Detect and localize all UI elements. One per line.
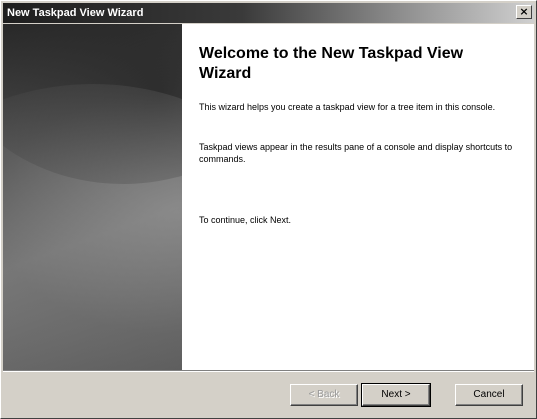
- continue-instruction: To continue, click Next.: [199, 215, 292, 225]
- cancel-button[interactable]: Cancel: [455, 384, 523, 406]
- back-button[interactable]: < Back: [290, 384, 358, 406]
- wizard-window: New Taskpad View Wizard × Welcome to the…: [0, 0, 537, 419]
- button-bar-separator: [3, 370, 534, 372]
- title-bar[interactable]: New Taskpad View Wizard ×: [3, 3, 534, 23]
- window-title: New Taskpad View Wizard: [7, 7, 144, 19]
- intro-text: This wizard helps you create a taskpad v…: [199, 102, 496, 112]
- description-text: Taskpad views appear in the results pane…: [199, 142, 513, 164]
- wizard-content-pane: Welcome to the New Taskpad View Wizard T…: [182, 24, 534, 370]
- next-button[interactable]: Next >: [361, 383, 431, 407]
- banner-swoosh-graphic: [3, 84, 182, 370]
- page-title: Welcome to the New Taskpad View Wizard: [199, 45, 464, 82]
- close-icon[interactable]: ×: [516, 5, 532, 19]
- wizard-side-banner: [3, 24, 182, 370]
